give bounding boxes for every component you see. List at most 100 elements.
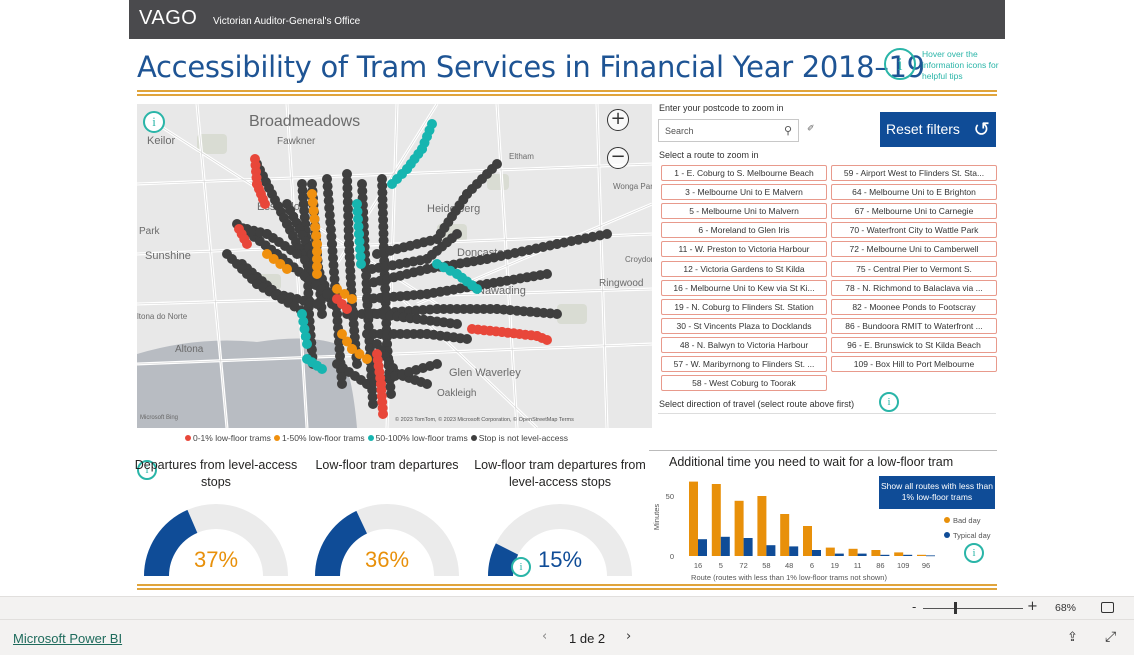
zoom-out-button[interactable]: - bbox=[912, 600, 916, 614]
chart-info-icon[interactable]: i bbox=[964, 543, 984, 563]
tram-stop[interactable] bbox=[342, 304, 352, 314]
tram-stop[interactable] bbox=[362, 354, 372, 364]
prev-page-icon[interactable]: ‹ bbox=[542, 629, 547, 644]
bar-typical-day[interactable] bbox=[812, 550, 821, 556]
route-option[interactable]: 82 - Moonee Ponds to Footscray bbox=[831, 298, 997, 315]
route-option[interactable]: 86 - Bundoora RMIT to Waterfront ... bbox=[831, 317, 997, 334]
bar-bad-day[interactable] bbox=[803, 526, 812, 556]
route-option[interactable]: 3 - Melbourne Uni to E Malvern bbox=[661, 184, 827, 201]
route-option[interactable]: 70 - Waterfront City to Wattle Park bbox=[831, 222, 997, 239]
route-option[interactable]: 67 - Melbourne Uni to Carnegie bbox=[831, 203, 997, 220]
bar-typical-day[interactable] bbox=[743, 538, 753, 556]
gauge3-info-icon[interactable]: i bbox=[511, 557, 531, 577]
tram-stop[interactable] bbox=[317, 309, 327, 319]
map-zoom-in-button[interactable]: + bbox=[607, 109, 629, 131]
route-option[interactable]: 19 - N. Coburg to Flinders St. Station bbox=[661, 298, 827, 315]
show-all-routes-button[interactable]: Show all routes with less than 1% low-fl… bbox=[879, 476, 995, 509]
bar-typical-day[interactable] bbox=[720, 536, 730, 556]
route-option[interactable]: 57 - W. Maribyrnong to Flinders St. ... bbox=[661, 356, 827, 372]
route-option[interactable]: 30 - St Vincents Plaza to Docklands bbox=[661, 317, 827, 334]
bar-typical-day[interactable] bbox=[834, 553, 844, 556]
tram-stop[interactable] bbox=[312, 299, 322, 309]
tram-stop[interactable] bbox=[387, 179, 397, 189]
tram-stop[interactable] bbox=[542, 335, 552, 345]
powerbi-link[interactable]: Microsoft Power BI bbox=[13, 631, 122, 646]
tram-stop[interactable] bbox=[452, 229, 462, 239]
tram-stop[interactable] bbox=[386, 389, 396, 399]
bar-typical-day[interactable] bbox=[903, 554, 913, 556]
bar-bad-day[interactable] bbox=[711, 484, 721, 556]
zoom-in-button[interactable]: + bbox=[1027, 599, 1038, 614]
map-info-icon[interactable]: i bbox=[143, 111, 165, 133]
tram-stop[interactable] bbox=[337, 379, 347, 389]
bar-typical-day[interactable] bbox=[857, 553, 867, 556]
route-option[interactable]: 58 - West Coburg to Toorak bbox=[661, 375, 827, 392]
tram-stop[interactable] bbox=[472, 284, 482, 294]
info-icon[interactable]: i bbox=[884, 48, 916, 80]
bar-bad-day[interactable] bbox=[689, 481, 698, 556]
next-page-icon[interactable]: › bbox=[626, 629, 631, 644]
tram-stop[interactable] bbox=[492, 159, 502, 169]
share-icon[interactable]: ⇪ bbox=[1067, 630, 1078, 645]
bar-bad-day[interactable] bbox=[780, 514, 790, 556]
route-option[interactable]: 6 - Moreland to Glen Iris bbox=[661, 222, 827, 239]
route-option[interactable]: 72 - Melbourne Uni to Camberwell bbox=[831, 241, 997, 258]
map-svg[interactable]: BroadmeadowsFawknerKeilorEssendonSunshin… bbox=[137, 104, 652, 428]
tram-stop[interactable] bbox=[242, 239, 252, 249]
tram-stop[interactable] bbox=[462, 334, 472, 344]
tram-stop[interactable] bbox=[368, 399, 378, 409]
bar-typical-day[interactable] bbox=[698, 539, 707, 556]
route-option[interactable]: 109 - Box Hill to Port Melbourne bbox=[831, 356, 997, 372]
zoom-slider[interactable] bbox=[923, 608, 1023, 609]
tram-stop[interactable] bbox=[422, 379, 432, 389]
route-option[interactable]: 16 - Melbourne Uni to Kew via St Ki... bbox=[661, 279, 827, 296]
tram-stop[interactable] bbox=[282, 264, 292, 274]
fullscreen-icon[interactable]: ⤢ bbox=[1105, 629, 1116, 645]
tram-stop[interactable] bbox=[552, 309, 562, 319]
search-icon[interactable]: ⚲ bbox=[784, 124, 792, 137]
bar-bad-day[interactable] bbox=[917, 554, 926, 556]
bar-bad-day[interactable] bbox=[871, 550, 881, 556]
route-option[interactable]: 75 - Central Pier to Vermont S. bbox=[831, 260, 997, 277]
bar-bad-day[interactable] bbox=[825, 547, 835, 556]
route-option[interactable]: 5 - Melbourne Uni to Malvern bbox=[661, 203, 827, 220]
map-zoom-out-button[interactable]: − bbox=[607, 147, 629, 169]
bar-bad-day[interactable] bbox=[734, 500, 744, 556]
tram-stop[interactable] bbox=[356, 259, 366, 269]
tram-stop[interactable] bbox=[312, 269, 322, 279]
route-option[interactable]: 12 - Victoria Gardens to St Kilda bbox=[661, 260, 827, 277]
zoom-slider-thumb[interactable] bbox=[954, 602, 957, 614]
tram-stop[interactable] bbox=[378, 409, 388, 419]
tram-stop[interactable] bbox=[452, 319, 462, 329]
route-option[interactable]: 96 - E. Brunswick to St Kilda Beach bbox=[831, 336, 997, 353]
tram-stop[interactable] bbox=[260, 199, 270, 209]
tram-stop[interactable] bbox=[352, 359, 362, 369]
map-attribution[interactable]: © 2023 TomTom, © 2023 Microsoft Corporat… bbox=[395, 417, 574, 423]
route-option[interactable]: 1 - E. Coburg to S. Melbourne Beach bbox=[661, 165, 827, 181]
tram-stop[interactable] bbox=[292, 249, 302, 259]
hover-tip[interactable]: i Hover over the information icons for h… bbox=[884, 48, 1002, 84]
route-option[interactable]: 11 - W. Preston to Victoria Harbour bbox=[661, 241, 827, 258]
tram-stop[interactable] bbox=[317, 364, 327, 374]
direction-info-icon[interactable]: i bbox=[879, 392, 899, 412]
bar-typical-day[interactable] bbox=[789, 546, 799, 556]
route-option[interactable]: 78 - N. Richmond to Balaclava via ... bbox=[831, 279, 997, 296]
reset-filters-button[interactable]: Reset filters ↺ bbox=[880, 112, 996, 147]
tram-stop[interactable] bbox=[302, 339, 312, 349]
tram-stop[interactable] bbox=[432, 359, 442, 369]
route-option[interactable]: 59 - Airport West to Flinders St. Sta... bbox=[831, 165, 997, 181]
tram-stop[interactable] bbox=[542, 269, 552, 279]
tram-stop[interactable] bbox=[322, 289, 332, 299]
route-option[interactable]: 64 - Melbourne Uni to E Brighton bbox=[831, 184, 997, 201]
tram-stop[interactable] bbox=[347, 294, 357, 304]
bar-bad-day[interactable] bbox=[848, 548, 858, 556]
tram-stop-map[interactable]: BroadmeadowsFawknerKeilorEssendonSunshin… bbox=[137, 104, 652, 428]
fit-to-page-icon[interactable] bbox=[1101, 602, 1114, 613]
postcode-search-input[interactable]: Search ⚲ bbox=[658, 119, 799, 142]
bar-typical-day[interactable] bbox=[926, 555, 935, 557]
bar-typical-day[interactable] bbox=[766, 545, 776, 556]
route-option[interactable]: 48 - N. Balwyn to Victoria Harbour bbox=[661, 336, 827, 353]
tram-stop[interactable] bbox=[602, 229, 612, 239]
bar-bad-day[interactable] bbox=[757, 496, 767, 556]
bar-bad-day[interactable] bbox=[894, 552, 904, 556]
